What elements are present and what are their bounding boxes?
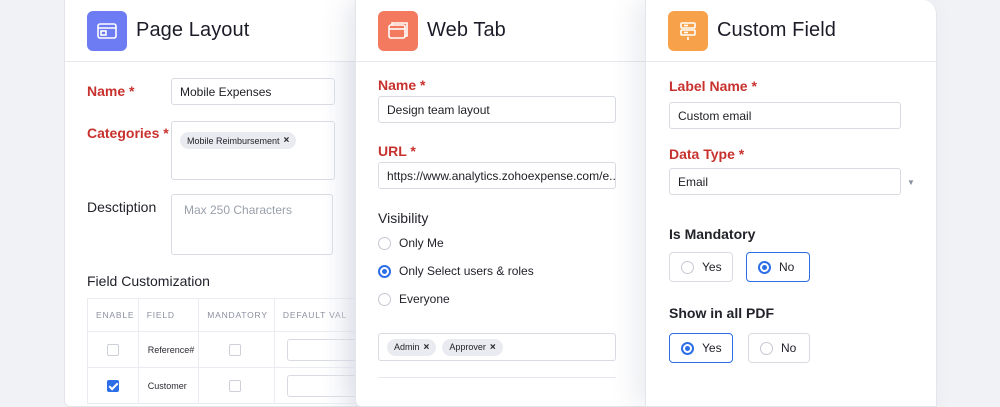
role-chip-label: Approver bbox=[449, 342, 486, 352]
visibility-option-only-me[interactable]: Only Me bbox=[378, 236, 444, 250]
field-customization-label: Field Customization bbox=[87, 273, 210, 289]
description-label: Desctiption bbox=[87, 199, 157, 215]
web-tab-name-input[interactable]: Design team layout bbox=[378, 96, 616, 123]
custom-field-card: Custom Field Label Name * Custom email D… bbox=[645, 0, 937, 407]
page-layout-title: Page Layout bbox=[136, 19, 250, 41]
data-type-select[interactable]: Email bbox=[669, 168, 901, 195]
role-chip-admin[interactable]: Admin × bbox=[387, 338, 437, 356]
role-chip-approver[interactable]: Approver × bbox=[442, 338, 503, 356]
is-mandatory-label: Is Mandatory bbox=[669, 226, 756, 242]
description-textarea[interactable]: Max 250 Characters bbox=[171, 194, 333, 255]
radio-label: Only Me bbox=[399, 236, 444, 250]
web-tab-name-label: Name * bbox=[378, 77, 426, 93]
remove-chip-icon[interactable]: × bbox=[424, 342, 430, 353]
url-label: URL * bbox=[378, 143, 416, 159]
description-placeholder: Max 250 Characters bbox=[184, 203, 293, 217]
table-row: Customer bbox=[87, 367, 363, 404]
pdf-no-option[interactable]: No bbox=[748, 333, 810, 363]
mandatory-checkbox[interactable] bbox=[229, 343, 242, 356]
web-tab-card: Web Tab Name * Design team layout URL * … bbox=[355, 0, 651, 407]
pdf-yes-option[interactable]: Yes bbox=[669, 333, 733, 363]
chevron-down-icon[interactable]: ▼ bbox=[907, 178, 915, 187]
radio-button[interactable] bbox=[760, 341, 773, 355]
radio-button-selected[interactable] bbox=[681, 341, 694, 355]
layout-icon bbox=[87, 10, 127, 51]
category-chip-label: Mobile Reimbursement bbox=[187, 135, 280, 146]
browser-tab-icon bbox=[378, 10, 418, 51]
field-cell: Customer bbox=[137, 367, 200, 404]
mandatory-checkbox[interactable] bbox=[229, 379, 242, 392]
name-input-value: Mobile Expenses bbox=[180, 84, 272, 99]
web-tab-header: Web Tab bbox=[356, 0, 650, 62]
data-type-value: Email bbox=[678, 174, 709, 189]
show-in-pdf-label: Show in all PDF bbox=[669, 305, 775, 321]
page-layout-header: Page Layout bbox=[65, 0, 363, 62]
categories-label: Categories * bbox=[87, 125, 169, 141]
radio-button-selected[interactable] bbox=[378, 264, 391, 278]
segment-label: No bbox=[779, 260, 795, 274]
radio-button[interactable] bbox=[681, 260, 694, 274]
col-enable: ENABLE bbox=[87, 298, 139, 332]
table-header-row: ENABLE FIELD MANDATORY DEFAULT VAL bbox=[87, 298, 363, 332]
col-mandatory: MANDATORY bbox=[198, 298, 275, 332]
table-row: Reference# bbox=[87, 331, 363, 368]
radio-button[interactable] bbox=[378, 292, 391, 306]
divider bbox=[378, 377, 616, 378]
radio-button-selected[interactable] bbox=[758, 260, 771, 274]
default-value-input[interactable] bbox=[286, 338, 357, 361]
label-name-input[interactable]: Custom email bbox=[669, 102, 901, 129]
categories-input[interactable]: Mobile Reimbursement × bbox=[171, 121, 335, 180]
custom-field-header: Custom Field bbox=[646, 0, 936, 62]
custom-field-title: Custom Field bbox=[717, 19, 837, 41]
visibility-option-everyone[interactable]: Everyone bbox=[378, 292, 450, 306]
url-value: https://www.analytics.zohoexpense.com/e.… bbox=[387, 168, 616, 183]
enable-checkbox[interactable] bbox=[107, 343, 119, 356]
name-input[interactable]: Mobile Expenses bbox=[171, 78, 335, 105]
url-input[interactable]: https://www.analytics.zohoexpense.com/e.… bbox=[378, 162, 616, 189]
col-default-value: DEFAULT VAL bbox=[273, 298, 363, 332]
field-cell: Reference# bbox=[137, 331, 200, 368]
web-tab-name-value: Design team layout bbox=[387, 102, 490, 117]
remove-chip-icon[interactable]: × bbox=[490, 342, 496, 353]
radio-label: Only Select users & roles bbox=[399, 264, 534, 278]
enable-checkbox[interactable] bbox=[107, 379, 119, 392]
field-customization-table: ENABLE FIELD MANDATORY DEFAULT VAL Refer… bbox=[87, 298, 363, 404]
form-field-icon bbox=[668, 10, 708, 51]
roles-input[interactable]: Admin × Approver × bbox=[378, 333, 616, 361]
visibility-option-select-users[interactable]: Only Select users & roles bbox=[378, 264, 534, 278]
radio-button[interactable] bbox=[378, 236, 391, 250]
segment-label: Yes bbox=[702, 341, 722, 355]
page-layout-card: Page Layout Name * Mobile Expenses Categ… bbox=[64, 0, 364, 407]
data-type-label: Data Type * bbox=[669, 146, 745, 162]
segment-label: Yes bbox=[702, 260, 722, 274]
default-value-input[interactable] bbox=[286, 374, 357, 397]
visibility-label: Visibility bbox=[378, 210, 429, 226]
name-label: Name * bbox=[87, 83, 135, 99]
mandatory-no-option[interactable]: No bbox=[746, 252, 810, 282]
category-chip[interactable]: Mobile Reimbursement × bbox=[180, 132, 297, 149]
col-field: FIELD bbox=[137, 298, 200, 332]
role-chip-label: Admin bbox=[394, 342, 420, 352]
remove-chip-icon[interactable]: × bbox=[284, 135, 290, 146]
label-name-label: Label Name * bbox=[669, 78, 757, 94]
web-tab-title: Web Tab bbox=[427, 19, 506, 41]
segment-label: No bbox=[781, 341, 797, 355]
label-name-value: Custom email bbox=[678, 108, 752, 123]
mandatory-yes-option[interactable]: Yes bbox=[669, 252, 733, 282]
radio-label: Everyone bbox=[399, 292, 450, 306]
